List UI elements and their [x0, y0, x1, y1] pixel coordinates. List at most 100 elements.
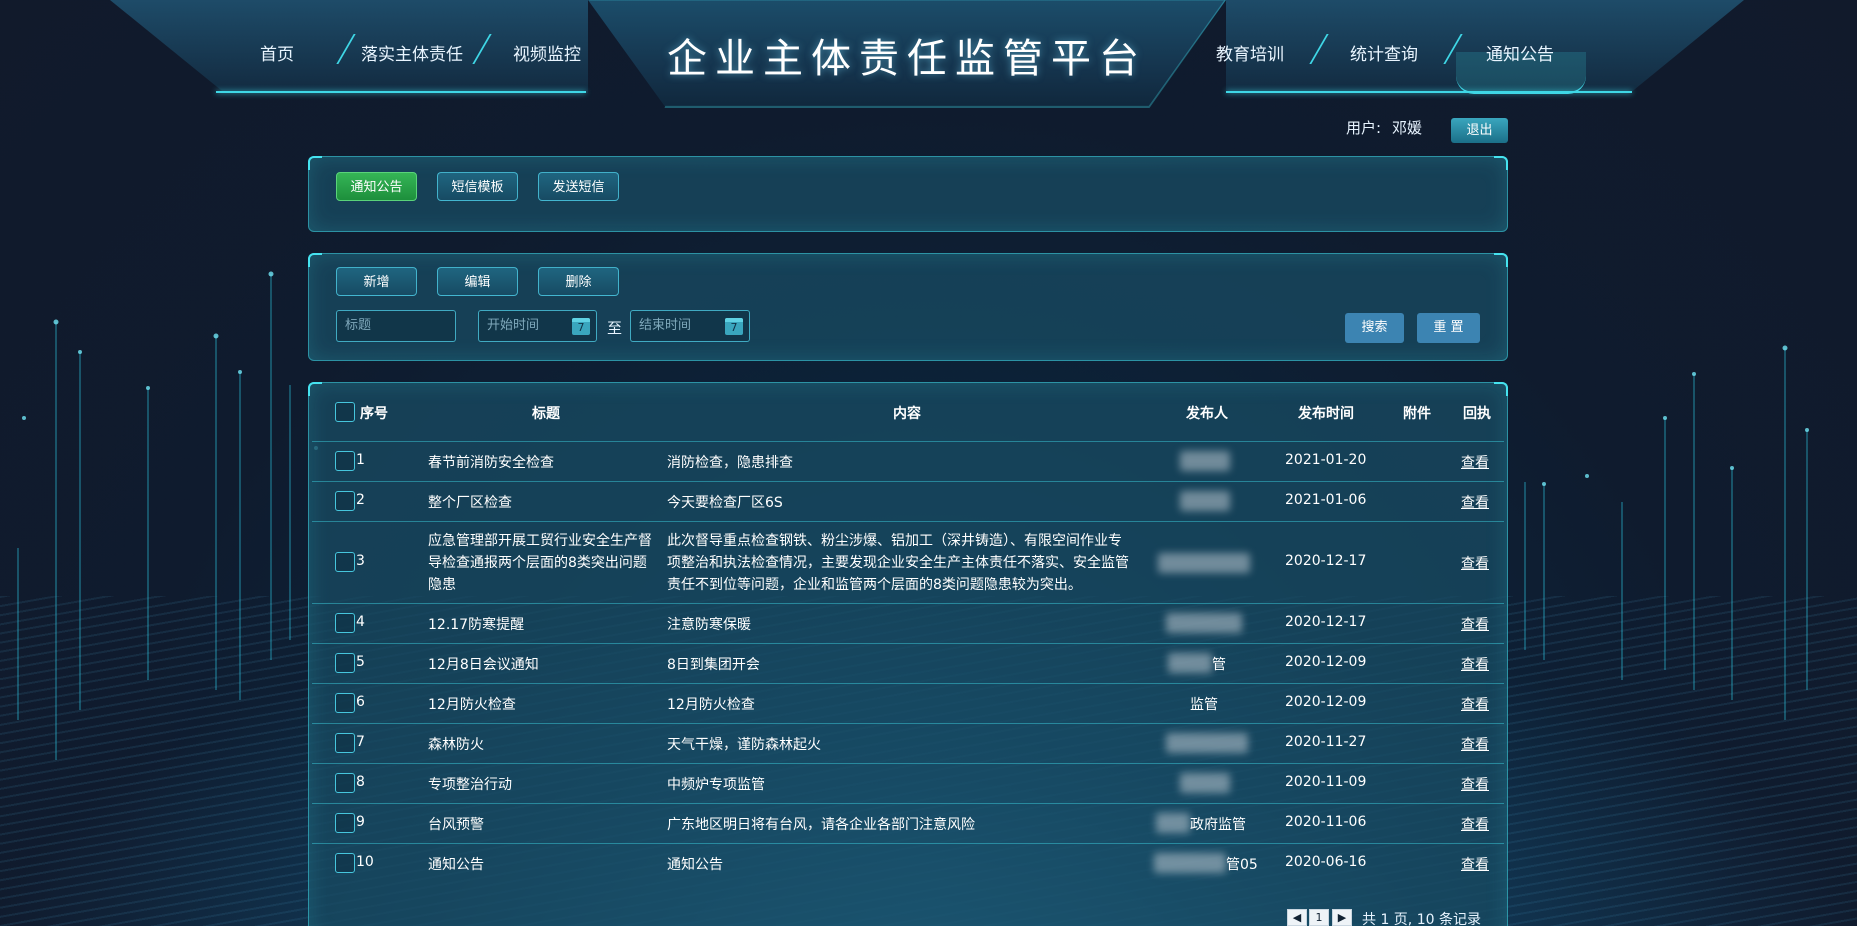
delete-button[interactable]: 删除 [538, 267, 619, 296]
nav-item-training[interactable]: 教育培训 [1216, 40, 1284, 65]
row-checkbox[interactable] [335, 653, 355, 673]
row-no: 1 [356, 452, 365, 468]
row-content: 注意防寒保暖 [667, 617, 751, 633]
row-content: 8日到集团开会 [667, 657, 760, 673]
row-view-link[interactable]: 查看 [1461, 694, 1489, 714]
row-divider [312, 683, 1504, 684]
row-no: 8 [356, 774, 365, 790]
row-view-link[interactable]: 查看 [1461, 654, 1489, 674]
row-checkbox[interactable] [335, 773, 355, 793]
row-publisher-redacted [1166, 613, 1242, 633]
row-divider [312, 803, 1504, 804]
row-publisher-redacted [1168, 653, 1212, 673]
row-date: 2021-01-20 [1285, 452, 1367, 468]
search-button[interactable]: 搜索 [1345, 313, 1404, 343]
row-title: 通知公告 [428, 857, 484, 873]
row-content: 消防检查，隐患排查 [667, 455, 793, 471]
row-checkbox[interactable] [335, 451, 355, 471]
row-content: 通知公告 [667, 857, 723, 873]
row-title: 专项整治行动 [428, 777, 512, 793]
row-content: 此次督导重点检查钢铁、粉尘涉爆、铝加工（深井铸造）、有限空间作业专项整治和执法检… [667, 533, 1129, 593]
row-divider [312, 643, 1504, 644]
row-title: 春节前消防安全检查 [428, 455, 554, 471]
row-view-link[interactable]: 查看 [1461, 492, 1489, 512]
row-date: 2020-06-16 [1285, 854, 1367, 870]
start-date-placeholder: 开始时间 [487, 318, 540, 333]
row-title: 应急管理部开展工贸行业安全生产督导检查通报两个层面的8类突出问题隐患 [428, 533, 652, 593]
row-no: 3 [356, 553, 365, 569]
row-view-link[interactable]: 查看 [1461, 854, 1489, 874]
nav-item-home[interactable]: 首页 [260, 40, 294, 65]
tab-notices[interactable]: 通知公告 [336, 172, 417, 201]
row-divider [312, 441, 1504, 442]
calendar-icon[interactable]: 7 [572, 318, 590, 335]
row-date: 2021-01-06 [1285, 492, 1367, 508]
pager-summary: 共 1 页, 10 条记录 [1362, 912, 1481, 926]
column-header-publisher: 发布人 [1186, 406, 1228, 422]
row-checkbox[interactable] [335, 552, 355, 572]
row-divider [312, 481, 1504, 482]
column-header-no: 序号 [360, 406, 388, 422]
user-name: 邓媛 [1392, 119, 1423, 137]
row-no: 5 [356, 654, 365, 670]
column-header-receipt: 回执 [1463, 406, 1491, 422]
end-date-input[interactable]: 结束时间 7 [630, 310, 750, 342]
row-view-link[interactable]: 查看 [1461, 614, 1489, 634]
row-date: 2020-11-06 [1285, 814, 1367, 830]
row-divider [312, 521, 1504, 522]
tab-send-sms[interactable]: 发送短信 [538, 172, 619, 201]
row-publisher: 管 [1212, 657, 1226, 673]
header-line-left [216, 91, 586, 93]
row-title: 台风预警 [428, 817, 484, 833]
nav-item-video[interactable]: 视频监控 [513, 40, 581, 65]
pager-page-button[interactable]: 1 [1309, 909, 1329, 926]
row-divider [312, 603, 1504, 604]
start-date-input[interactable]: 开始时间 7 [478, 310, 597, 342]
row-view-link[interactable]: 查看 [1461, 814, 1489, 834]
row-publisher-redacted [1166, 733, 1248, 753]
reset-button[interactable]: 重 置 [1417, 313, 1480, 343]
nav-item-statistics[interactable]: 统计查询 [1350, 40, 1418, 65]
row-no: 4 [356, 614, 365, 630]
pager-next-button[interactable]: ▶ [1332, 909, 1352, 926]
row-divider [312, 843, 1504, 844]
row-content: 中频炉专项监管 [667, 777, 765, 793]
row-title: 森林防火 [428, 737, 484, 753]
pager-prev-button[interactable]: ◀ [1287, 909, 1307, 926]
row-content: 天气干燥，谨防森林起火 [667, 737, 821, 753]
row-checkbox[interactable] [335, 491, 355, 511]
row-checkbox[interactable] [335, 853, 355, 873]
add-button[interactable]: 新增 [336, 267, 417, 296]
row-checkbox[interactable] [335, 693, 355, 713]
row-publisher: 管05 [1226, 857, 1258, 873]
logout-button[interactable]: 退出 [1451, 118, 1508, 143]
row-view-link[interactable]: 查看 [1461, 774, 1489, 794]
row-no: 7 [356, 734, 365, 750]
title-search-input[interactable]: 标题 [336, 310, 456, 342]
row-checkbox[interactable] [335, 813, 355, 833]
row-no: 6 [356, 694, 365, 710]
row-date: 2020-12-17 [1285, 553, 1367, 569]
nav-item-notices[interactable]: 通知公告 [1486, 40, 1554, 65]
row-no: 10 [356, 854, 374, 870]
column-header-title: 标题 [532, 406, 560, 422]
row-publisher-redacted [1158, 553, 1250, 573]
user-label: 用户: [1346, 119, 1382, 137]
row-view-link[interactable]: 查看 [1461, 734, 1489, 754]
date-range-separator: 至 [607, 319, 623, 337]
row-publisher-redacted [1180, 491, 1230, 511]
end-date-placeholder: 结束时间 [639, 318, 692, 333]
row-view-link[interactable]: 查看 [1461, 452, 1489, 472]
row-checkbox[interactable] [335, 613, 355, 633]
row-publisher-redacted [1154, 853, 1226, 873]
select-all-checkbox[interactable] [335, 402, 355, 422]
row-view-link[interactable]: 查看 [1461, 553, 1489, 573]
calendar-icon[interactable]: 7 [725, 318, 743, 335]
row-divider [312, 763, 1504, 764]
row-publisher: 监管 [1190, 697, 1218, 713]
nav-item-responsibility[interactable]: 落实主体责任 [361, 40, 463, 65]
tab-sms-template[interactable]: 短信模板 [437, 172, 518, 201]
row-date: 2020-12-17 [1285, 614, 1367, 630]
row-checkbox[interactable] [335, 733, 355, 753]
edit-button[interactable]: 编辑 [437, 267, 518, 296]
